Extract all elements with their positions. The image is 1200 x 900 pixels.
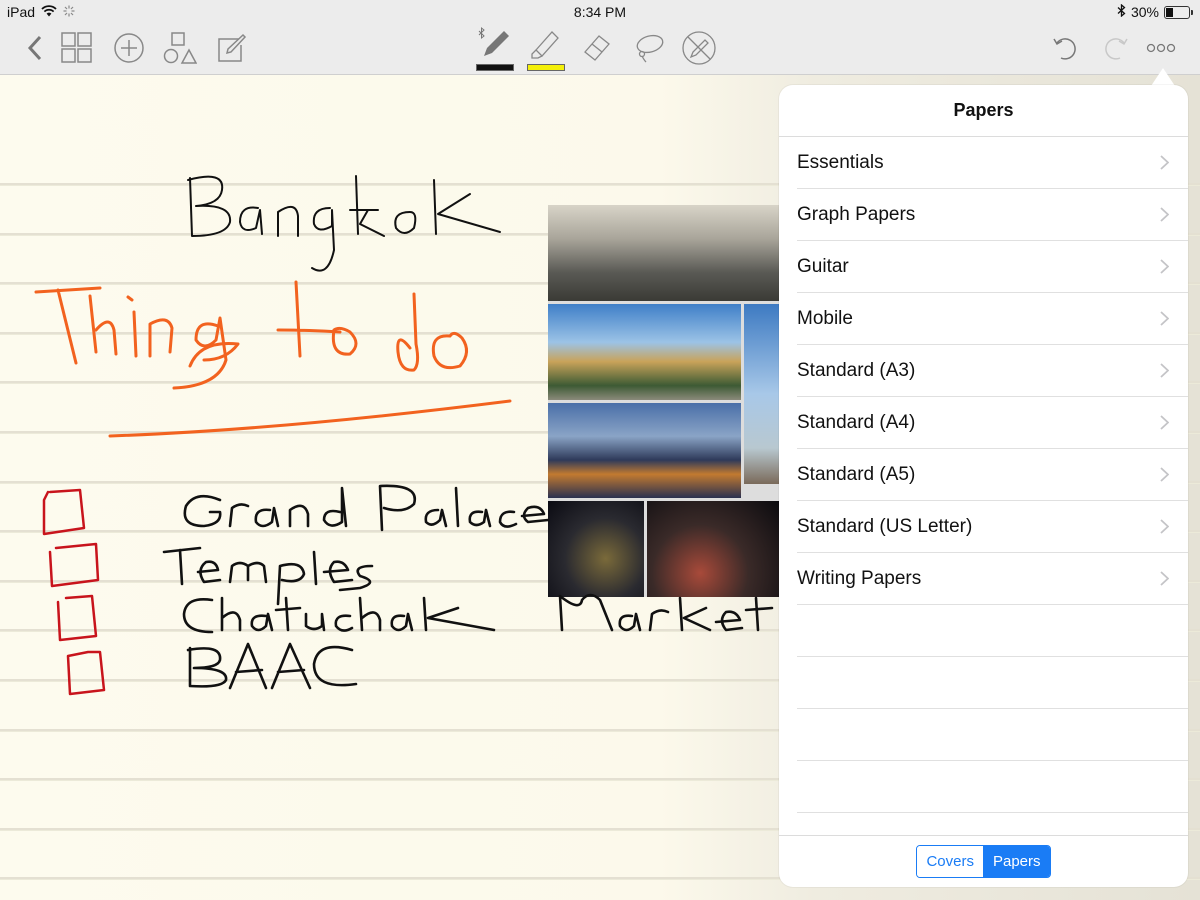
battery-percent: 30%	[1130, 4, 1159, 20]
paper-category-label: Essentials	[797, 151, 884, 173]
highlighter-icon	[531, 31, 559, 59]
ink-checkboxes	[42, 488, 106, 696]
lasso-icon	[636, 34, 664, 63]
disable-pen-tool[interactable]	[681, 30, 717, 66]
paper-category-label: Standard (A5)	[797, 463, 916, 485]
pen-tool[interactable]	[476, 26, 512, 62]
paper-category-label: Mobile	[797, 307, 853, 329]
paper-category-label: Standard (A3)	[797, 359, 916, 381]
shapes-button[interactable]	[162, 30, 198, 66]
redo-icon	[1105, 38, 1128, 60]
status-bar: iPad 8:34 PM 30%	[0, 0, 1200, 24]
chevron-right-icon	[1156, 571, 1172, 586]
lasso-tool[interactable]	[630, 30, 666, 66]
add-page-button[interactable]	[111, 30, 147, 66]
paper-category-row[interactable]: Essentials	[797, 137, 1188, 189]
chevron-right-icon	[1156, 311, 1172, 326]
more-icon	[1146, 43, 1176, 53]
ink-todo-list	[162, 484, 774, 690]
popover-footer: Covers Papers	[779, 835, 1188, 887]
grid-view-button[interactable]	[59, 30, 95, 66]
segment-papers[interactable]: Papers	[983, 846, 1050, 877]
pen-color-swatch	[476, 64, 514, 71]
shapes-icon	[163, 32, 197, 64]
paper-category-row[interactable]: Mobile	[797, 293, 1188, 345]
bluetooth-icon	[1117, 3, 1126, 20]
papers-popover: Papers Essentials Graph Papers Guitar Mo…	[779, 85, 1188, 887]
eraser-tool[interactable]	[579, 28, 615, 64]
top-bar: iPad 8:34 PM 30%	[0, 0, 1200, 75]
chevron-right-icon	[1156, 467, 1172, 482]
papers-list: Essentials Graph Papers Guitar Mobile St…	[797, 137, 1188, 813]
chevron-right-icon	[1156, 519, 1172, 534]
empty-row	[797, 605, 1188, 657]
redo-button[interactable]	[1098, 30, 1134, 66]
more-button[interactable]	[1143, 30, 1179, 66]
undo-button[interactable]	[1047, 30, 1083, 66]
popover-title: Papers	[779, 85, 1188, 137]
paper-category-row[interactable]: Standard (A3)	[797, 345, 1188, 397]
paper-category-row[interactable]: Guitar	[797, 241, 1188, 293]
ink-title-bangkok	[187, 175, 501, 272]
highlighter-tool[interactable]	[528, 26, 564, 62]
covers-papers-segmented-control: Covers Papers	[916, 845, 1051, 878]
back-chevron-icon	[27, 35, 42, 61]
segment-covers[interactable]: Covers	[917, 846, 984, 877]
ink-heading-things-to-do	[34, 280, 512, 438]
chevron-right-icon	[1156, 259, 1172, 274]
battery-fill	[1166, 7, 1173, 17]
empty-row	[797, 761, 1188, 813]
edit-square-icon	[218, 33, 247, 62]
chevron-right-icon	[1156, 207, 1172, 222]
paper-category-row[interactable]: Standard (A5)	[797, 449, 1188, 501]
paper-category-label: Guitar	[797, 255, 849, 277]
undo-icon	[1053, 38, 1076, 60]
paper-category-row[interactable]: Standard (A4)	[797, 397, 1188, 449]
battery-icon	[1164, 5, 1193, 19]
paper-category-row[interactable]: Standard (US Letter)	[797, 501, 1188, 553]
bluetooth-pen-icon	[478, 26, 509, 56]
popover-arrow	[1151, 68, 1175, 86]
paper-category-label: Writing Papers	[797, 567, 922, 589]
highlighter-color-swatch	[527, 64, 565, 71]
empty-row	[797, 657, 1188, 709]
pen-disabled-icon	[682, 31, 716, 65]
eraser-icon	[584, 35, 610, 61]
chevron-right-icon	[1156, 363, 1172, 378]
paper-category-label: Standard (A4)	[797, 411, 916, 433]
back-button[interactable]	[17, 30, 53, 66]
paper-category-label: Standard (US Letter)	[797, 515, 973, 537]
edit-button[interactable]	[214, 30, 250, 66]
paper-category-row[interactable]: Writing Papers	[797, 553, 1188, 605]
handwriting-layer	[34, 175, 774, 696]
clock: 8:34 PM	[573, 4, 627, 20]
paper-category-row[interactable]: Graph Papers	[797, 189, 1188, 241]
chevron-right-icon	[1156, 155, 1172, 170]
chevron-right-icon	[1156, 415, 1172, 430]
grid-view-icon	[61, 32, 92, 63]
empty-row	[797, 709, 1188, 761]
add-circle-icon	[114, 33, 144, 63]
paper-category-label: Graph Papers	[797, 203, 916, 225]
